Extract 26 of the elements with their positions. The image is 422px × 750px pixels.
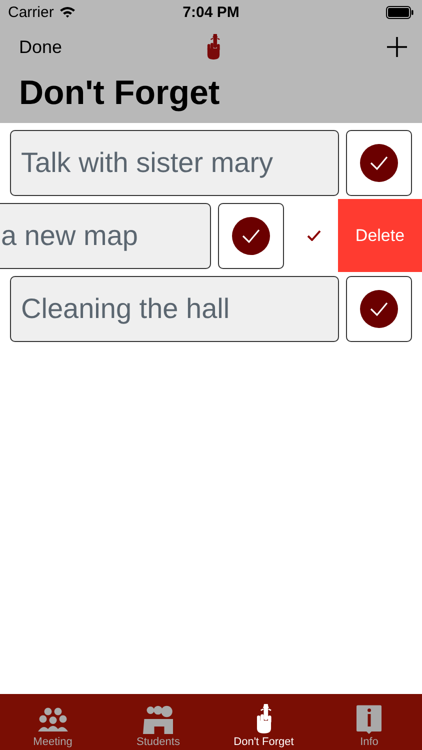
task-field[interactable]: Talk with sister mary xyxy=(10,130,339,196)
carrier-label: Carrier xyxy=(8,4,54,20)
tab[interactable]: Students xyxy=(106,694,211,750)
done-button[interactable]: Done xyxy=(19,36,206,58)
checkbox[interactable] xyxy=(346,276,412,342)
task-field[interactable]: Cleaning the hall xyxy=(10,276,339,342)
add-icon[interactable] xyxy=(386,36,408,58)
check-circle-icon xyxy=(360,144,398,182)
page-title: Don't Forget xyxy=(19,74,221,113)
checkmark-icon xyxy=(307,230,321,241)
tab[interactable]: Meeting xyxy=(0,694,106,750)
checkbox[interactable] xyxy=(346,130,412,196)
task-field[interactable]: a new map xyxy=(0,202,211,268)
delete-button[interactable]: Delete xyxy=(338,199,422,272)
battery-icon xyxy=(386,6,414,18)
finger-icon xyxy=(256,704,272,734)
finger-icon xyxy=(206,34,221,60)
tab[interactable]: Don't Forget xyxy=(211,694,316,750)
people-icon xyxy=(143,704,174,734)
status-time: 7:04 PM xyxy=(182,4,240,20)
check-circle-icon xyxy=(232,216,270,254)
info-icon xyxy=(354,704,384,734)
tab[interactable]: Info xyxy=(316,694,422,750)
check-circle-icon xyxy=(360,290,398,328)
checkbox[interactable] xyxy=(218,202,284,268)
wifi-icon xyxy=(58,6,76,18)
